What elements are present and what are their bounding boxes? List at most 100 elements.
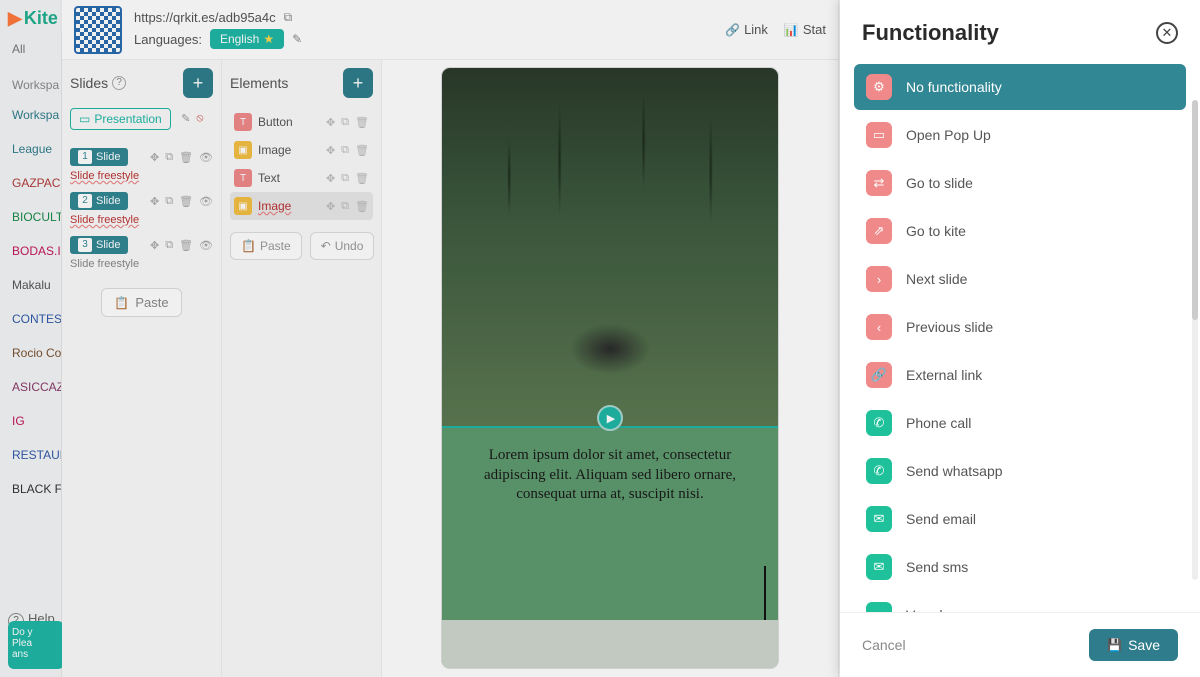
sidebar-item[interactable]: IG — [0, 404, 61, 438]
edit-languages-icon[interactable]: ✎ — [292, 32, 302, 46]
chat-widget[interactable]: Do y Plea ans — [8, 621, 64, 669]
sidebar-item[interactable]: BODAS.I — [0, 234, 61, 268]
play-icon[interactable] — [597, 405, 623, 431]
sidebar-item[interactable]: Workspa — [0, 98, 61, 132]
functionality-option[interactable]: 🔗 External link — [854, 352, 1186, 398]
functionality-icon: ‹ — [866, 314, 892, 340]
header-stats[interactable]: Stat — [784, 22, 826, 37]
copy-icon[interactable]: ⧉ — [341, 144, 349, 157]
functionality-label: Go to kite — [906, 223, 966, 239]
paste-slide-button[interactable]: Paste — [101, 288, 181, 317]
preview-phone[interactable]: Lorem ipsum dolor sit amet, consectetur … — [442, 68, 778, 668]
slide-row[interactable]: 3Slide ✥ ⧉ 🗑 👁 — [70, 236, 213, 254]
workspace: https://qrkit.es/adb95a4c ⧉ Languages: E… — [62, 0, 838, 677]
sidebar-item[interactable]: Makalu — [0, 268, 61, 302]
undo-button[interactable]: ↶Undo — [310, 232, 375, 260]
functionality-option[interactable]: ⚙ No functionality — [854, 64, 1186, 110]
functionality-label: No functionality — [906, 79, 1002, 95]
slide-chip[interactable]: 1Slide — [70, 148, 128, 166]
preview-footer — [442, 620, 778, 668]
move-icon[interactable]: ✥ — [326, 200, 335, 213]
add-slide-button[interactable]: + — [183, 68, 213, 98]
preview-panel: Lorem ipsum dolor sit amet, consectetur … — [382, 60, 838, 677]
kite-url[interactable]: https://qrkit.es/adb95a4c — [134, 10, 276, 25]
delete-icon[interactable]: 🗑 — [355, 116, 369, 129]
functionality-option[interactable]: ✆ Phone call — [854, 400, 1186, 446]
delete-icon[interactable]: 🗑 — [179, 239, 193, 252]
slide-chip[interactable]: 2Slide — [70, 192, 128, 210]
sidebar-item[interactable]: GAZPAC GALERA — [0, 166, 61, 200]
functionality-option[interactable]: ⇗ Go to kite — [854, 208, 1186, 254]
functionality-option[interactable]: ⇄ Go to slide — [854, 160, 1186, 206]
sidebar-item[interactable]: League — [0, 132, 61, 166]
elements-panel: Elements + T Button ✥ ⧉ 🗑 ▣ Image ✥ ⧉ 🗑 … — [222, 60, 382, 677]
add-element-button[interactable]: + — [343, 68, 373, 98]
functionality-drawer: Functionality ✕ ⚙ No functionality▭ Open… — [840, 0, 1200, 677]
cancel-button[interactable]: Cancel — [862, 637, 906, 653]
functionality-option[interactable]: ✆ Send whatsapp — [854, 448, 1186, 494]
functionality-icon: ⇗ — [866, 218, 892, 244]
copy-icon[interactable]: ⧉ — [165, 195, 173, 208]
preview-image — [442, 68, 778, 428]
delete-icon[interactable]: 🗑 — [355, 200, 369, 213]
copy-icon[interactable]: ⧉ — [165, 151, 173, 164]
element-row[interactable]: T Text ✥ ⧉ 🗑 — [230, 164, 373, 192]
sidebar-item[interactable]: CONTES — [0, 302, 61, 336]
move-icon[interactable]: ✥ — [326, 116, 335, 129]
visibility-icon[interactable]: 👁 — [199, 195, 213, 208]
element-row[interactable]: T Button ✥ ⧉ 🗑 — [230, 108, 373, 136]
move-icon[interactable]: ✥ — [326, 172, 335, 185]
visibility-icon[interactable]: 👁 — [199, 151, 213, 164]
copy-icon[interactable]: ⧉ — [165, 239, 173, 252]
functionality-option[interactable]: ‹ Previous slide — [854, 304, 1186, 350]
sidebar-item[interactable]: ASICCAZ — [0, 370, 61, 404]
presentation-chip[interactable]: Presentation — [70, 108, 171, 130]
slide-subtitle: Slide freestyle — [70, 214, 213, 226]
element-row[interactable]: ▣ Image ✥ ⧉ 🗑 — [230, 192, 373, 220]
slide-row[interactable]: 2Slide ✥ ⧉ 🗑 👁 — [70, 192, 213, 210]
delete-icon[interactable]: 🗑 — [355, 172, 369, 185]
close-icon[interactable]: ✕ — [1156, 22, 1178, 44]
slide-chip[interactable]: 3Slide — [70, 236, 128, 254]
move-icon[interactable]: ✥ — [150, 239, 159, 252]
element-row[interactable]: ▣ Image ✥ ⧉ 🗑 — [230, 136, 373, 164]
sidebar-item[interactable]: RESTAUR — [0, 438, 61, 472]
functionality-icon: ✉ — [866, 506, 892, 532]
nav-all[interactable]: All — [0, 32, 61, 66]
move-icon[interactable]: ✥ — [150, 151, 159, 164]
slide-row[interactable]: 1Slide ✥ ⧉ 🗑 👁 — [70, 148, 213, 166]
functionality-option[interactable]: ✉ Send email — [854, 496, 1186, 542]
sidebar-item[interactable]: BLACK F — [0, 472, 61, 506]
paste-element-button[interactable]: 📋Paste — [230, 232, 302, 260]
move-icon[interactable]: ✥ — [150, 195, 159, 208]
external-link-icon[interactable]: ⧉ — [284, 10, 293, 25]
language-chip[interactable]: English — [210, 29, 284, 49]
functionality-option[interactable]: ▭ Vcard — [854, 592, 1186, 612]
delete-icon[interactable]: 🗑 — [355, 144, 369, 157]
header-link[interactable]: Link — [725, 22, 768, 37]
delete-icon[interactable]: 🗑 — [179, 151, 193, 164]
functionality-icon: ⇄ — [866, 170, 892, 196]
edit-icon[interactable]: ✎ — [181, 112, 190, 125]
functionality-label: Send sms — [906, 559, 968, 575]
qr-code[interactable] — [74, 6, 122, 54]
copy-icon[interactable]: ⧉ — [341, 116, 349, 129]
copy-icon[interactable]: ⧉ — [341, 200, 349, 213]
save-button[interactable]: Save — [1089, 629, 1178, 661]
hide-icon[interactable]: ⦸ — [196, 112, 203, 125]
scrollbar[interactable] — [1192, 100, 1198, 580]
sidebar-item[interactable]: BIOCULT — [0, 200, 61, 234]
visibility-icon[interactable]: 👁 — [199, 239, 213, 252]
functionality-icon: ⚙ — [866, 74, 892, 100]
functionality-option[interactable]: ✉ Send sms — [854, 544, 1186, 590]
element-type-icon: ▣ — [234, 141, 252, 159]
functionality-icon: › — [866, 266, 892, 292]
move-icon[interactable]: ✥ — [326, 144, 335, 157]
delete-icon[interactable]: 🗑 — [179, 195, 193, 208]
functionality-option[interactable]: › Next slide — [854, 256, 1186, 302]
functionality-label: Go to slide — [906, 175, 973, 191]
help-icon[interactable]: ? — [112, 76, 126, 90]
copy-icon[interactable]: ⧉ — [341, 172, 349, 185]
functionality-option[interactable]: ▭ Open Pop Up — [854, 112, 1186, 158]
sidebar-item[interactable]: Rocio Co — [0, 336, 61, 370]
